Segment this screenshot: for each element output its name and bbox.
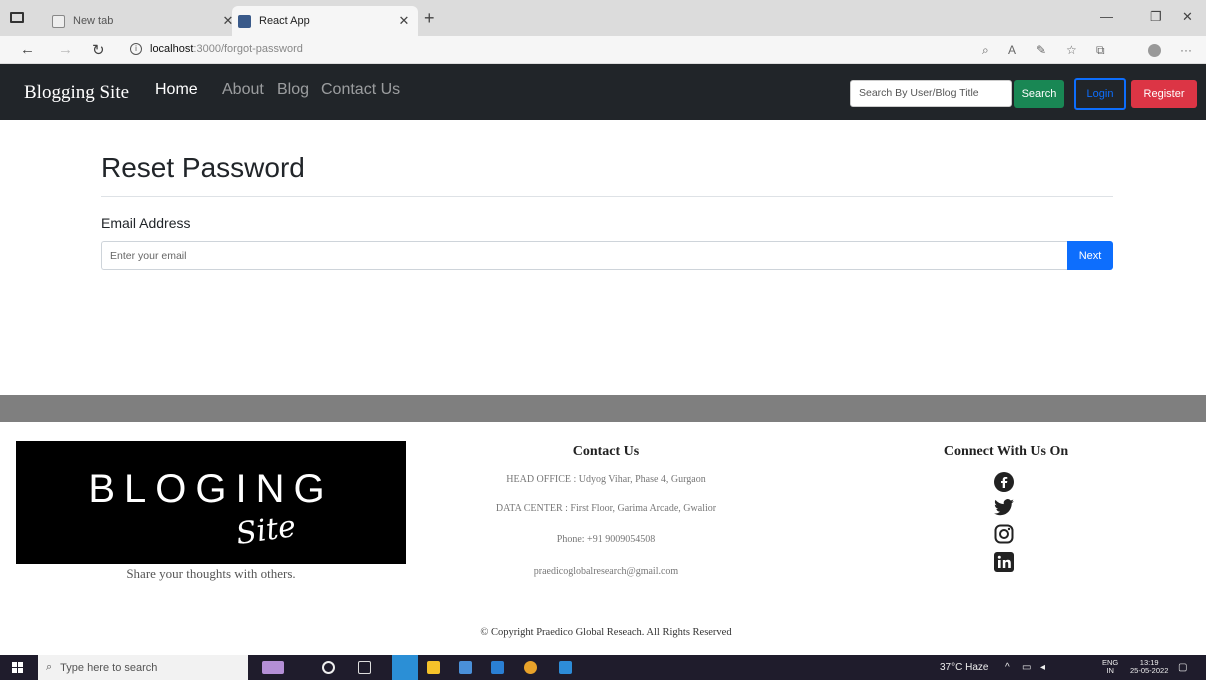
contact-title: Contact Us [572,444,640,459]
tray-chevron-icon[interactable]: ^ [1005,662,1010,673]
twitter-icon[interactable] [991,497,1017,519]
network-icon[interactable]: ▭ [1022,662,1031,673]
notifications-icon[interactable]: ▢ [1178,662,1187,673]
linkedin-icon[interactable] [991,551,1017,573]
copyright-text: © Copyright Praedico Global Reseach. All… [480,627,732,638]
edge-browser-icon[interactable] [392,655,418,680]
speaker-icon[interactable]: ◂ [1040,662,1045,673]
tab-label: New tab [73,15,114,27]
region-code: IN [1106,666,1114,675]
widgets-icon[interactable] [262,661,284,674]
file-explorer-icon[interactable] [427,661,440,674]
nav-link-home[interactable]: Home [155,81,198,99]
email-field[interactable] [101,241,1067,270]
title-divider [101,196,1113,197]
react-app-favicon-icon [238,14,251,28]
windows-start-icon[interactable] [12,662,24,673]
data-center-text: DATA CENTER : First Floor, Garima Arcade… [495,503,717,514]
nav-link-blog[interactable]: Blog [277,81,309,99]
url-path: :3000/forgot-password [193,43,303,55]
close-window-icon[interactable]: ✕ [1182,9,1193,25]
new-tab-favicon-icon [52,14,65,28]
tab-label: React App [259,15,310,27]
browser-tabstrip: New tab ✕ React App ✕ + — ❐ ✕ [0,0,1206,36]
logo-wordmark: BLOGING [88,467,334,511]
profile-avatar-icon[interactable] [1148,44,1161,57]
store-icon[interactable] [459,661,472,674]
taskbar-search-input[interactable]: ⌕ Type here to search [38,655,248,680]
minimize-icon[interactable]: — [1100,9,1113,24]
login-button[interactable]: Login [1074,78,1126,110]
phone-text: Phone: +91 9009054508 [556,534,656,545]
tab-new-tab[interactable]: New tab ✕ [52,6,242,36]
navbar-search-input[interactable]: Search By User/Blog Title [850,80,1012,107]
collections-icon[interactable]: ⧉ [1096,43,1105,58]
url-host: localhost [150,43,194,55]
url-field[interactable]: i localhost:3000/forgot-password [130,43,303,55]
footer-divider-band [0,395,1206,422]
window-menu-icon[interactable] [10,12,24,23]
register-button[interactable]: Register [1131,80,1197,108]
facebook-icon[interactable] [991,471,1017,493]
clock-date: 25-05-2022 [1130,666,1169,675]
forward-icon[interactable]: → [58,41,73,58]
connect-title: Connect With Us On [943,444,1069,459]
nav-link-contact-us[interactable]: Contact Us [321,81,400,99]
instagram-icon[interactable] [991,523,1017,545]
task-view-icon[interactable] [358,661,371,674]
site-info-icon[interactable]: i [130,43,142,55]
search-icon: ⌕ [46,661,53,673]
mail-icon[interactable] [491,661,504,674]
footer-logo: BLOGING Site [16,441,406,564]
search-button[interactable]: Search [1014,80,1064,108]
cortana-icon[interactable] [322,661,335,674]
logo-script: Site [233,508,299,553]
new-tab-plus-icon[interactable]: + [424,8,435,29]
nav-link-about[interactable]: About [222,81,264,99]
email-label: Email Address [101,215,191,231]
browser-addressbar: ← → ↻ i localhost:3000/forgot-password ⌕… [0,36,1206,64]
screen: New tab ✕ React App ✕ + — ❐ ✕ ← → ↻ i lo… [0,0,1206,680]
clock[interactable]: 13:19 25-05-2022 [1130,659,1168,675]
language-text[interactable]: ENG IN [1102,659,1118,675]
restore-icon[interactable]: ❐ [1150,9,1162,25]
refresh-icon[interactable]: ↻ [92,41,105,59]
close-tab-icon[interactable]: ✕ [396,13,412,29]
extensions-icon[interactable]: ✎ [1036,43,1046,57]
more-menu-icon[interactable]: ··· [1180,43,1192,57]
read-aloud-icon[interactable]: A [1008,43,1016,57]
vscode-icon[interactable] [559,661,572,674]
taskbar-search-placeholder: Type here to search [60,661,158,674]
tab-react-app[interactable]: React App ✕ [232,6,418,36]
email-link[interactable]: praedicoglobalresearch@gmail.com [436,566,776,577]
footer-tagline: Share your thoughts with others. [126,566,296,581]
chrome-icon[interactable] [524,661,537,674]
os-taskbar: ⌕ Type here to search 37°C Haze ^ ▭ ◂ EN… [0,655,1206,680]
weather-text[interactable]: 37°C Haze [940,662,988,673]
head-office-text: HEAD OFFICE : Udyog Vihar, Phase 4, Gurg… [506,474,706,485]
page-title: Reset Password [101,152,305,183]
site-brand[interactable]: Blogging Site [24,82,129,104]
favorites-icon[interactable]: ☆ [1066,43,1077,57]
back-icon[interactable]: ← [20,41,35,58]
search-page-icon[interactable]: ⌕ [982,43,989,58]
site-navbar: Blogging Site Home About Blog Contact Us… [0,64,1206,120]
next-button[interactable]: Next [1067,241,1113,270]
